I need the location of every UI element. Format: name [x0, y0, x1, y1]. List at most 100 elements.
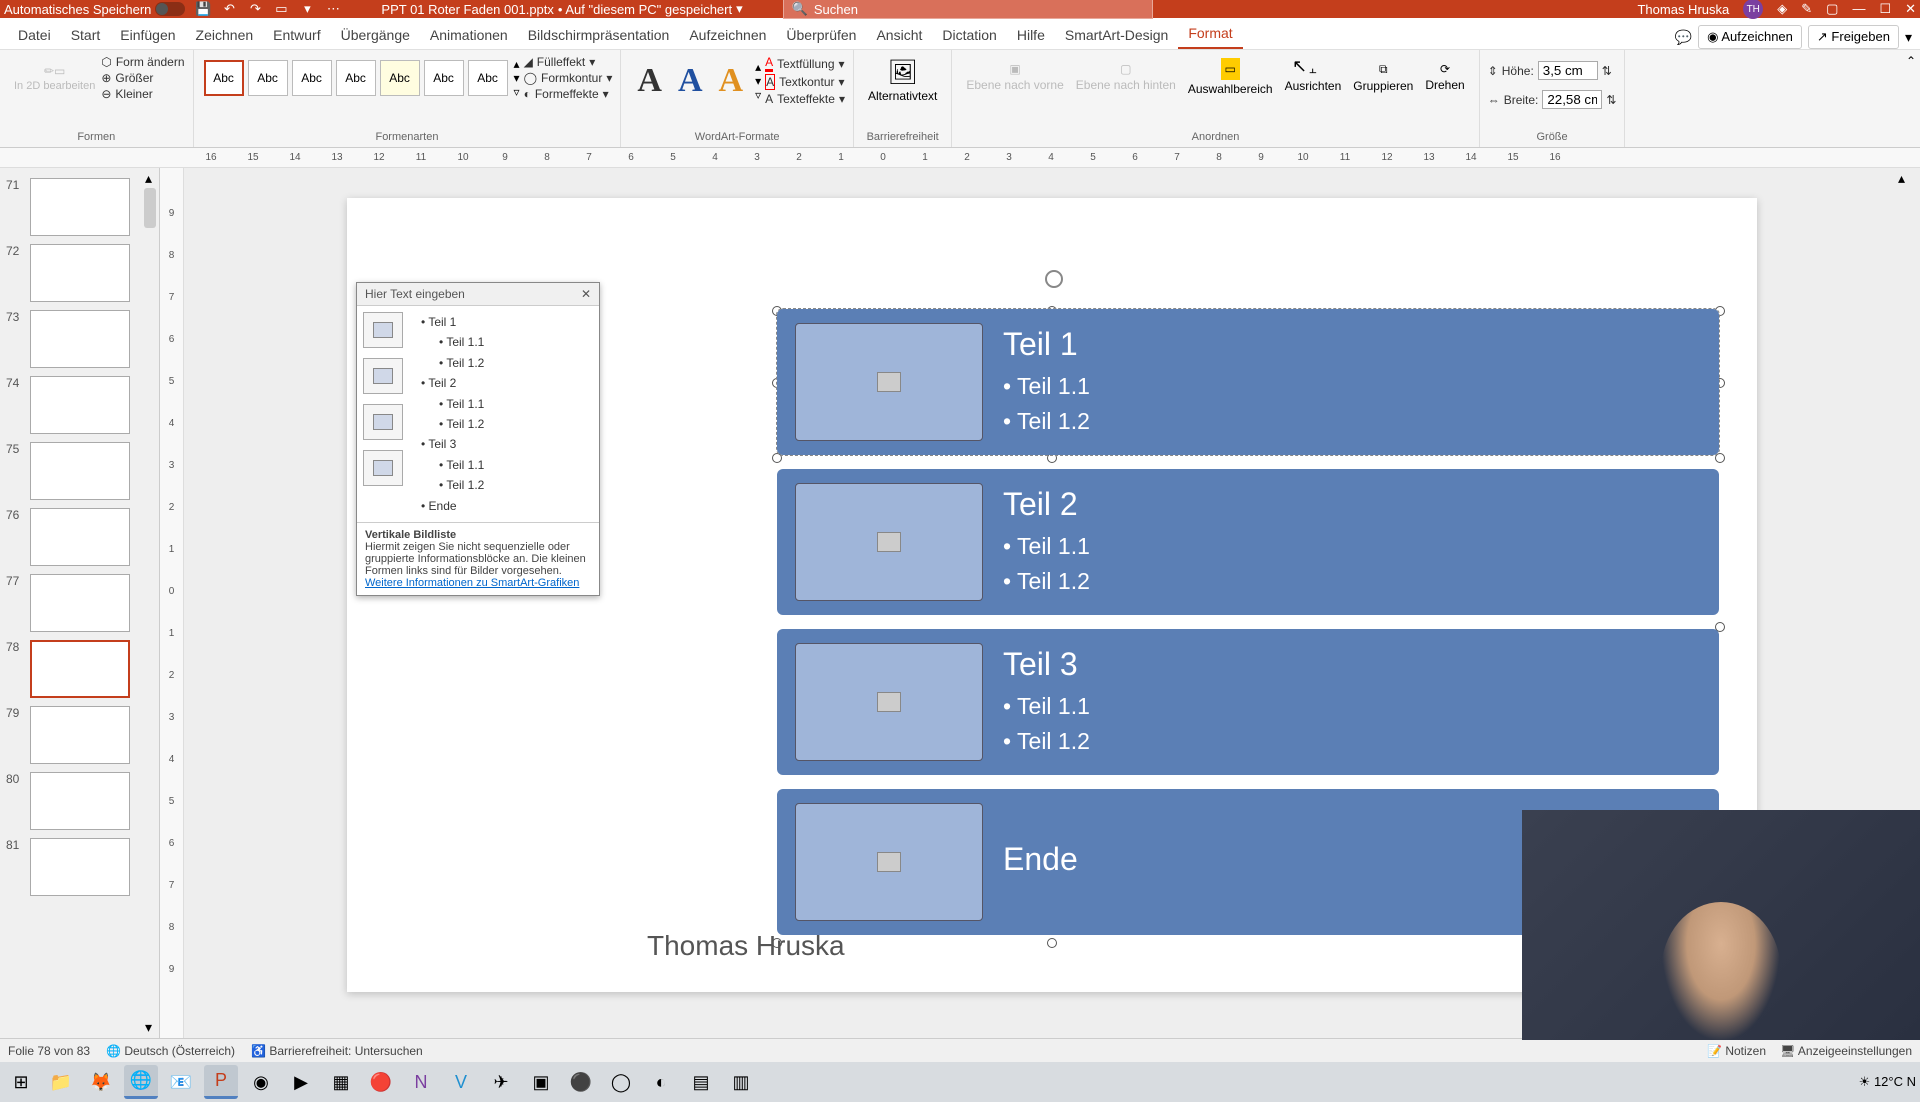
vlc-icon[interactable]: ▶ [284, 1065, 318, 1099]
outline-item[interactable]: • Teil 1.2 [409, 414, 484, 434]
tab-dictation[interactable]: Dictation [932, 21, 1006, 49]
gallery-down-icon[interactable]: ▾ [514, 71, 520, 85]
powerpoint-icon[interactable]: P [204, 1065, 238, 1099]
close-icon[interactable]: ✕ [1905, 1, 1916, 17]
tab-format[interactable]: Format [1178, 19, 1242, 49]
accessibility-check[interactable]: ♿ Barrierefreiheit: Untersuchen [251, 1044, 423, 1058]
alttext-button[interactable]: 🖼 Alternativtext [862, 54, 943, 107]
slide-thumbnail[interactable]: 76 [0, 504, 159, 570]
textoutline-button[interactable]: ATextkontur ▾ [765, 73, 845, 91]
slide-thumbnails[interactable]: 7172737475767778798081 ▴ ▾ [0, 168, 160, 1038]
user-avatar[interactable]: TH [1743, 0, 1763, 19]
app-icon[interactable]: ◉ [244, 1065, 278, 1099]
outline-item[interactable]: • Teil 1.1 [409, 394, 484, 414]
outline-item[interactable]: • Teil 1.2 [409, 353, 484, 373]
smartart-item[interactable]: Teil 2• Teil 1.1• Teil 1.2 [777, 469, 1719, 615]
textfill-button[interactable]: ATextfüllung ▾ [765, 54, 845, 73]
telegram-icon[interactable]: ✈ [484, 1065, 518, 1099]
gallery-up-icon[interactable]: ▴ [514, 57, 520, 71]
height-input[interactable] [1538, 61, 1598, 80]
onenote-icon[interactable]: N [404, 1065, 438, 1099]
app-icon[interactable]: ▣ [524, 1065, 558, 1099]
tab-zeichnen[interactable]: Zeichnen [186, 21, 264, 49]
smaller-button[interactable]: ⊖Kleiner [101, 86, 184, 102]
outline-item[interactable]: • Teil 1 [409, 312, 484, 332]
slide-thumbnail[interactable]: 75 [0, 438, 159, 504]
scroll-down-icon[interactable]: ▾ [145, 1019, 152, 1036]
slide-thumbnail[interactable]: 79 [0, 702, 159, 768]
shape-style-1[interactable]: Abc [204, 60, 244, 96]
app-icon[interactable]: 🔴 [364, 1065, 398, 1099]
outline-item[interactable]: • Teil 2 [409, 373, 484, 393]
outline-item[interactable]: • Ende [409, 496, 484, 516]
slide-thumbnail[interactable]: 81 [0, 834, 159, 900]
display-settings[interactable]: 🖥 Anzeigeeinstellungen [1780, 1044, 1912, 1058]
language[interactable]: 🌐 Deutsch (Österreich) [106, 1044, 235, 1058]
outline-item[interactable]: • Teil 1.2 [409, 475, 484, 495]
gallery-more-icon[interactable]: ▿ [514, 85, 520, 99]
wordart-style-2[interactable]: A [670, 62, 711, 100]
firefox-icon[interactable]: 🦊 [84, 1065, 118, 1099]
fill-button[interactable]: ◢Fülleffekt ▾ [524, 54, 613, 70]
slide-thumbnail[interactable]: 73 [0, 306, 159, 372]
maximize-icon[interactable]: ☐ [1879, 1, 1891, 17]
record-button[interactable]: ◉ Aufzeichnen [1698, 25, 1802, 49]
rotation-handle[interactable] [1045, 270, 1063, 288]
rotate-button[interactable]: ⟳Drehen [1419, 54, 1470, 100]
pen-icon[interactable]: ✎ [1801, 1, 1812, 17]
tab-ansicht[interactable]: Ansicht [866, 21, 932, 49]
picture-placeholder[interactable] [795, 323, 983, 441]
align-button[interactable]: ⫠Ausrichten [1279, 54, 1348, 100]
shape-style-7[interactable]: Abc [468, 60, 508, 96]
outline-item[interactable]: • Teil 1.1 [409, 455, 484, 475]
slide-thumbnail[interactable]: 71 [0, 174, 159, 240]
wa-more-icon[interactable]: ▿ [755, 88, 761, 102]
texteffects-button[interactable]: ATexteffekte ▾ [765, 91, 845, 107]
slideshow-icon[interactable]: ▭ [273, 1, 289, 17]
notes-button[interactable]: 📝 Notizen [1707, 1044, 1766, 1058]
tab-aufzeichnen[interactable]: Aufzeichnen [679, 21, 776, 49]
tab-ueberpruefen[interactable]: Überprüfen [776, 21, 866, 49]
tab-entwurf[interactable]: Entwurf [263, 21, 330, 49]
outlook-icon[interactable]: 📧 [164, 1065, 198, 1099]
redo-icon[interactable]: ↷ [247, 1, 263, 17]
slide-number[interactable]: Folie 78 von 83 [8, 1044, 90, 1058]
tab-datei[interactable]: Datei [8, 21, 61, 49]
wordart-style-3[interactable]: A [711, 62, 752, 100]
app-icon[interactable]: ▤ [684, 1065, 718, 1099]
scroll-up-icon[interactable]: ▴ [145, 170, 152, 187]
text-pane-thumb[interactable] [363, 358, 403, 394]
shape-style-5[interactable]: Abc [380, 60, 420, 96]
thumbnails-scrollbar[interactable]: ▴ ▾ [141, 168, 159, 1038]
document-title[interactable]: PPT 01 Roter Faden 001.pptx • Auf "diese… [381, 1, 742, 17]
smartart-item[interactable]: Teil 1• Teil 1.1• Teil 1.2 [777, 309, 1719, 455]
obs-icon[interactable]: ⚫ [564, 1065, 598, 1099]
picture-placeholder[interactable] [795, 483, 983, 601]
wa-up-icon[interactable]: ▴ [755, 60, 761, 74]
save-icon[interactable]: 💾 [195, 1, 211, 17]
slide-thumbnail[interactable]: 74 [0, 372, 159, 438]
smartart-text-pane[interactable]: Hier Text eingeben ✕ • Teil 1• Teil 1.1•… [356, 282, 600, 596]
app-icon[interactable]: ◯ [604, 1065, 638, 1099]
app-icon[interactable]: ▦ [324, 1065, 358, 1099]
slide-thumbnail[interactable]: 78 [0, 636, 159, 702]
minimize-icon[interactable]: — [1852, 1, 1865, 17]
shape-style-2[interactable]: Abc [248, 60, 288, 96]
slide-thumbnail[interactable]: 77 [0, 570, 159, 636]
tab-uebergaenge[interactable]: Übergänge [331, 21, 420, 49]
group-button[interactable]: ⧉Gruppieren [1347, 54, 1419, 100]
chevron-down-icon[interactable]: ▾ [1905, 29, 1912, 46]
outline-button[interactable]: ◯Formkontur ▾ [524, 70, 613, 86]
chevron-down-icon[interactable]: ▾ [736, 1, 743, 17]
outline-item[interactable]: • Teil 3 [409, 434, 484, 454]
slide-thumbnail[interactable]: 80 [0, 768, 159, 834]
stepper-icon[interactable]: ⇅ [1602, 64, 1612, 78]
text-pane-thumb[interactable] [363, 312, 403, 348]
close-icon[interactable]: ✕ [581, 287, 591, 301]
qa-overflow-icon[interactable]: ⋯ [325, 1, 341, 17]
slide-thumbnail[interactable]: 72 [0, 240, 159, 306]
weather-widget[interactable]: ☀ 12°C N [1859, 1074, 1916, 1090]
user-name[interactable]: Thomas Hruska [1637, 2, 1729, 17]
more-icon[interactable]: ▾ [299, 1, 315, 17]
text-pane-thumb[interactable] [363, 450, 403, 486]
